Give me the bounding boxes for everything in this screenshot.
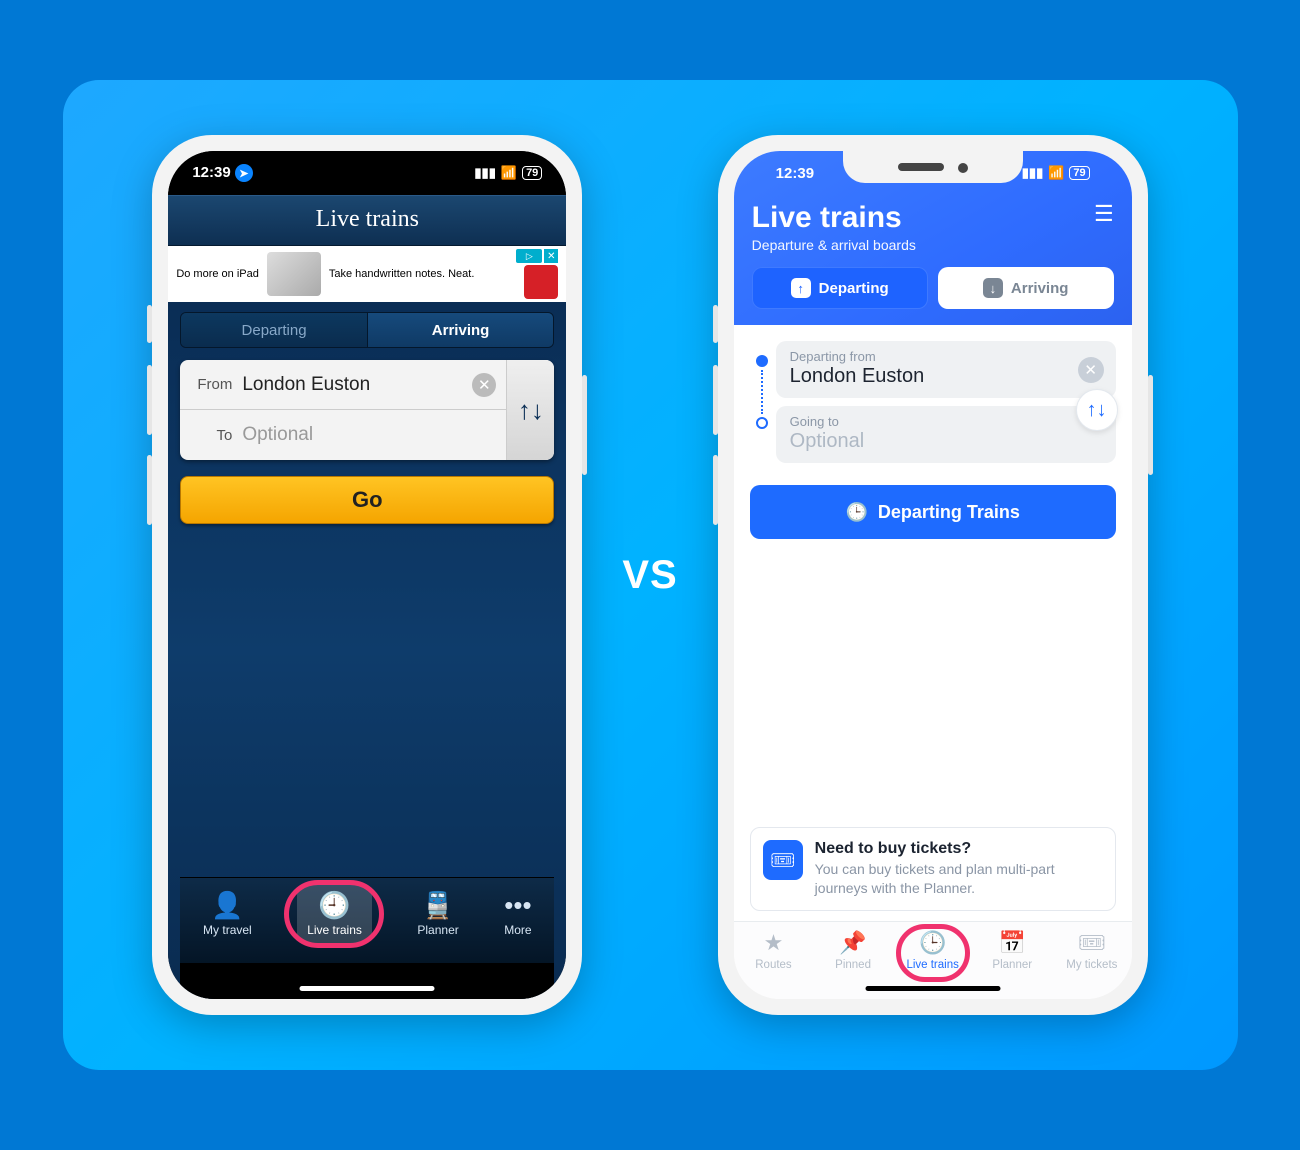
clock-icon: 🕒: [919, 930, 946, 956]
ad-close-icon[interactable]: ✕: [544, 249, 558, 263]
home-indicator[interactable]: [865, 986, 1000, 991]
tab-live-trains[interactable]: 🕘Live trains: [297, 884, 372, 943]
tab-planner[interactable]: 📅Planner: [979, 930, 1045, 971]
home-indicator[interactable]: [300, 986, 435, 991]
from-label: Departing from: [790, 349, 1064, 364]
promo-card[interactable]: 🎟 Need to buy tickets? You can buy ticke…: [750, 827, 1116, 911]
status-time: 12:39: [776, 165, 814, 182]
comparison-canvas: 12:39 ➤ ▮▮▮ 📶 79 Live trains Do more on i…: [63, 80, 1238, 1070]
page-title: Live trains: [168, 195, 566, 246]
segment-arriving[interactable]: Arriving: [368, 313, 554, 347]
pin-icon: 📌: [839, 930, 866, 956]
swap-stations-icon[interactable]: ↑↓: [506, 360, 554, 460]
tab-routes[interactable]: ★Routes: [740, 930, 806, 971]
ad-text-right: Take handwritten notes. Neat.: [329, 268, 475, 280]
clear-from-icon[interactable]: ✕: [1078, 357, 1104, 383]
ad-thumbnail: [267, 252, 321, 296]
wifi-icon: 📶: [501, 165, 517, 181]
tab-bar: ★Routes 📌Pinned 🕒Live trains 📅Planner 🎟M…: [734, 921, 1132, 999]
route-inputs: Departing from London Euston ✕ Going to …: [750, 341, 1116, 463]
from-value: London Euston: [790, 365, 1064, 388]
battery-indicator: 79: [1069, 166, 1089, 180]
clock-icon: 🕒: [845, 502, 867, 523]
clock-icon: 🕘: [318, 890, 350, 921]
status-bar: 12:39 ➤ ▮▮▮ 📶 79: [168, 151, 566, 195]
status-time: 12:39: [192, 164, 230, 181]
tab-my-travel[interactable]: 👤My travel: [203, 890, 252, 937]
promo-text: You can buy tickets and plan multi-part …: [815, 860, 1103, 898]
ad-cta[interactable]: [524, 265, 558, 299]
to-label: Going to: [790, 414, 1064, 429]
vs-label: VS: [622, 553, 677, 598]
to-label: To: [180, 427, 242, 444]
departing-trains-button[interactable]: 🕒Departing Trains: [750, 485, 1116, 539]
arrow-up-icon: ↑: [791, 278, 811, 298]
from-field[interactable]: From London Euston ✕: [180, 360, 506, 410]
segment-arriving[interactable]: ↓Arriving: [938, 267, 1114, 309]
ticket-icon: 🎟: [763, 840, 803, 880]
tab-planner[interactable]: 🚆Planner: [417, 890, 458, 937]
status-bar: 12:39 ▮▮▮ 📶 79: [752, 151, 1114, 195]
tab-bar: 👤My travel 🕘Live trains 🚆Planner •••More: [180, 877, 554, 963]
tab-my-tickets[interactable]: 🎟My tickets: [1059, 930, 1125, 971]
from-field[interactable]: Departing from London Euston ✕: [776, 341, 1116, 398]
tab-more[interactable]: •••More: [504, 890, 531, 937]
adchoices-icon[interactable]: ▷: [516, 249, 542, 263]
to-field[interactable]: Going to Optional: [776, 406, 1116, 463]
to-placeholder: Optional: [790, 430, 1064, 453]
phone-old: 12:39 ➤ ▮▮▮ 📶 79 Live trains Do more on i…: [152, 135, 582, 1015]
calendar-icon: 📅: [999, 930, 1026, 956]
tab-live-trains[interactable]: 🕒Live trains: [900, 930, 966, 971]
segment-control: ↑Departing ↓Arriving: [752, 267, 1114, 309]
promo-title: Need to buy tickets?: [815, 840, 1103, 858]
more-icon: •••: [504, 890, 531, 921]
star-icon: ★: [764, 930, 784, 956]
page-subtitle: Departure & arrival boards: [752, 237, 916, 253]
ad-text-left: Do more on iPad: [176, 268, 259, 280]
signal-icon: ▮▮▮: [474, 165, 495, 181]
tickets-icon: 🎟: [1078, 930, 1106, 956]
user-icon: 👤: [211, 890, 243, 921]
segment-departing[interactable]: ↑Departing: [752, 267, 928, 309]
location-icon: ➤: [235, 164, 253, 182]
to-placeholder: Optional: [242, 424, 496, 446]
tab-pinned[interactable]: 📌Pinned: [820, 930, 886, 971]
train-icon: 🚆: [422, 890, 454, 921]
arrow-down-icon: ↓: [983, 278, 1003, 298]
signal-icon: ▮▮▮: [1022, 165, 1043, 181]
segment-departing[interactable]: Departing: [181, 313, 368, 347]
ad-banner[interactable]: Do more on iPad Take handwritten notes. …: [168, 246, 566, 302]
battery-indicator: 79: [522, 166, 542, 180]
to-field[interactable]: To Optional: [180, 410, 506, 460]
swap-stations-icon[interactable]: ↑↓: [1076, 389, 1118, 431]
station-input-card: From London Euston ✕ To Optional ↑↓: [180, 360, 554, 460]
from-label: From: [180, 376, 242, 393]
wifi-icon: 📶: [1048, 165, 1064, 181]
filter-icon[interactable]: ☰: [1094, 201, 1114, 227]
phone-new: 12:39 ▮▮▮ 📶 79 Live trains Departure & a…: [718, 135, 1148, 1015]
from-value: London Euston: [242, 374, 472, 396]
page-title: Live trains: [752, 201, 916, 235]
route-line-icon: [756, 355, 768, 429]
clear-from-icon[interactable]: ✕: [472, 373, 496, 397]
segment-control: Departing Arriving: [180, 312, 554, 348]
go-button[interactable]: Go: [180, 476, 554, 524]
